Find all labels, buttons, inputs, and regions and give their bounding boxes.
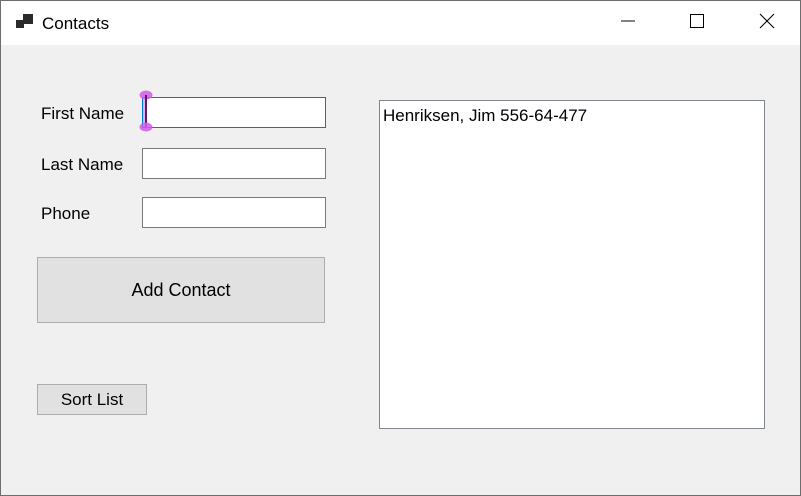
contacts-list[interactable]: Henriksen, Jim 556-64-477 [379, 100, 765, 429]
list-item[interactable]: Henriksen, Jim 556-64-477 [380, 103, 764, 129]
maximize-button[interactable] [674, 1, 720, 45]
phone-field[interactable] [142, 197, 326, 228]
add-contact-button[interactable]: Add Contact [37, 257, 325, 323]
minimize-icon [620, 13, 636, 34]
window-title: Contacts [42, 14, 110, 33]
form-icon [15, 13, 35, 31]
maximize-icon [689, 13, 705, 34]
first-name-label: First Name [41, 104, 125, 123]
title-bar[interactable]: Contacts [1, 1, 800, 45]
first-name-field[interactable] [142, 97, 326, 128]
last-name-label: Last Name [41, 155, 124, 174]
last-name-field[interactable] [142, 148, 326, 179]
contacts-window: Contacts First Name Last Name Phone Add … [0, 0, 801, 496]
minimize-button[interactable] [605, 1, 651, 45]
close-button[interactable] [744, 1, 790, 45]
sort-list-button[interactable]: Sort List [37, 384, 147, 415]
phone-label: Phone [41, 204, 91, 223]
close-icon [759, 13, 775, 34]
